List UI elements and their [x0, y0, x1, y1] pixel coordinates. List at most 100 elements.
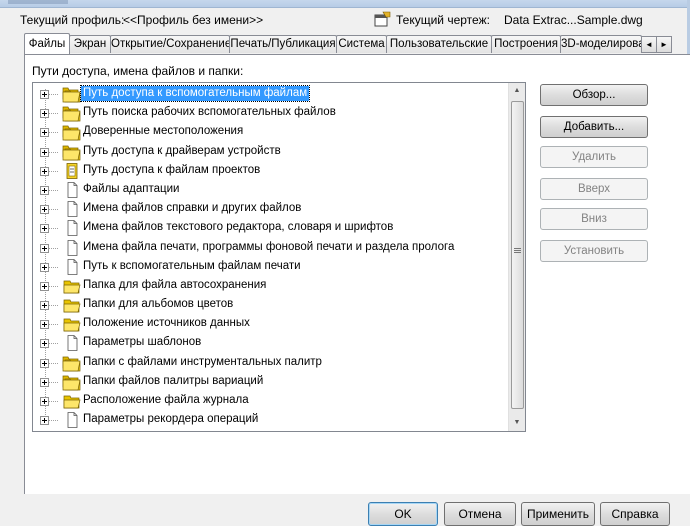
tree-connector — [49, 151, 58, 153]
expand-plus-icon[interactable] — [40, 416, 49, 426]
tree-row[interactable]: Путь доступа к драйверам устройств — [33, 143, 509, 162]
tree-connector — [49, 324, 58, 326]
expand-plus-icon[interactable] — [40, 147, 49, 157]
expand-plus-icon[interactable] — [40, 243, 49, 253]
tree-row[interactable]: Путь к вспомогательным файлам печати — [33, 258, 509, 277]
tab-scroll-right-button[interactable]: ► — [656, 36, 672, 53]
expand-plus-icon[interactable] — [40, 358, 49, 368]
help-button[interactable]: Справка — [600, 502, 670, 526]
tree-connector — [49, 132, 58, 134]
tree-row[interactable]: Папки для альбомов цветов — [33, 296, 509, 315]
drawing-file-icon — [374, 11, 391, 27]
tree-row-label: Папка для файла автосохранения — [83, 278, 267, 291]
tree-row[interactable]: Параметры рекордера операций — [33, 411, 509, 430]
tree-connector — [49, 113, 58, 115]
tree-connector — [49, 228, 58, 230]
tree-row[interactable]: Доверенные местоположения — [33, 123, 509, 142]
tree-connector — [49, 401, 58, 402]
tree-row[interactable]: Параметры шаблонов — [33, 334, 509, 353]
tree-row[interactable]: Расположение файла журнала — [33, 392, 509, 411]
tree-row[interactable]: Файлы адаптации — [33, 181, 509, 200]
scrollbar-grip-icon — [514, 248, 521, 249]
browse-button[interactable]: Обзор... — [540, 84, 648, 106]
expand-plus-icon[interactable] — [40, 301, 49, 311]
tab-open-save[interactable]: Открытие/Сохранение — [110, 35, 230, 53]
expand-plus-icon[interactable] — [40, 109, 49, 119]
tree-items: Путь доступа к вспомогательным файлам Пут… — [33, 85, 509, 430]
tab-drafting[interactable]: Построения — [491, 35, 561, 53]
tree-connector — [49, 343, 58, 345]
tree-row[interactable]: Путь поиска рабочих вспомогательных файл… — [33, 104, 509, 123]
current-drawing-value: Data Extrac...Sample.dwg — [504, 13, 643, 27]
tree-row-label: Папки файлов палитры вариаций — [83, 374, 264, 387]
tree-connector — [49, 247, 58, 249]
move-down-button[interactable]: Вниз — [540, 208, 648, 230]
window-title-fragment — [8, 0, 68, 4]
expand-plus-icon[interactable] — [40, 320, 49, 330]
expand-plus-icon[interactable] — [40, 128, 49, 138]
search-paths-tree[interactable]: Путь доступа к вспомогательным файлам Пут… — [32, 82, 526, 432]
tree-row-label: Путь доступа к вспомогательным файлам — [79, 85, 311, 102]
tree-row-label: Параметры рекордера операций — [83, 413, 259, 426]
scroll-up-arrow-icon[interactable]: ▲ — [509, 83, 525, 99]
tree-row[interactable]: Путь доступа к вспомогательным файлам — [33, 85, 509, 104]
window-title-bar[interactable] — [0, 0, 690, 8]
tree-row[interactable]: Имена файла печати, программы фоновой пе… — [33, 239, 509, 258]
tree-connector — [49, 209, 58, 211]
scrollbar-thumb[interactable] — [511, 101, 524, 409]
expand-plus-icon[interactable] — [40, 377, 49, 387]
tree-connector — [49, 362, 58, 364]
add-button[interactable]: Добавить... — [540, 116, 648, 138]
tree-row-label: Параметры шаблонов — [83, 336, 202, 349]
tab-system[interactable]: Система — [336, 35, 387, 53]
tree-row[interactable]: Папка для файла автосохранения — [33, 277, 509, 296]
tree-row[interactable]: Папки с файлами инструментальных палитр — [33, 354, 509, 373]
tab-plot-publish[interactable]: Печать/Публикация — [229, 35, 337, 53]
ok-button[interactable]: OK — [368, 502, 438, 526]
tree-row-label: Положение источников данных — [83, 317, 250, 330]
tree-row-label: Имена файлов справки и других файлов — [83, 202, 302, 215]
current-drawing-label: Текущий чертеж: — [396, 13, 490, 27]
tree-vertical-scrollbar[interactable]: ▲ ▼ — [508, 83, 525, 431]
tree-connector — [49, 381, 58, 383]
tree-row-label: Имена файла печати, программы фоновой пе… — [83, 240, 455, 253]
move-up-button[interactable]: Вверх — [540, 178, 648, 200]
tree-row[interactable]: Имена файлов текстового редактора, слова… — [33, 219, 509, 238]
tree-row-label: Папки для альбомов цветов — [83, 298, 234, 311]
tree-row[interactable]: Путь доступа к файлам проектов — [33, 162, 509, 181]
current-profile-value: <<Профиль без имени>> — [123, 13, 264, 27]
remove-button[interactable]: Удалить — [540, 146, 648, 168]
expand-plus-icon[interactable] — [40, 166, 49, 176]
cancel-button[interactable]: Отмена — [444, 502, 516, 526]
tree-row-label: Доверенные местоположения — [83, 125, 244, 138]
set-current-button[interactable]: Установить — [540, 240, 648, 262]
expand-plus-icon[interactable] — [40, 205, 49, 215]
profile-header: Текущий профиль: <<Профиль без имени>> Т… — [0, 8, 690, 32]
tree-connector — [49, 170, 58, 172]
expand-plus-icon[interactable] — [40, 224, 49, 234]
paths-list-label: Пути доступа, имена файлов и папки: — [32, 64, 244, 78]
tree-row[interactable]: Положение источников данных — [33, 315, 509, 334]
tree-row-label: Файлы адаптации — [83, 182, 180, 195]
tree-row[interactable]: Папки файлов палитры вариаций — [33, 373, 509, 392]
scroll-down-arrow-icon[interactable]: ▼ — [509, 415, 525, 431]
tab-files[interactable]: Файлы — [24, 33, 70, 54]
tree-connector — [49, 285, 58, 287]
tree-connector — [49, 94, 58, 95]
expand-plus-icon[interactable] — [40, 281, 49, 291]
tab-3d-modeling[interactable]: 3D-моделирова — [560, 35, 642, 53]
tree-row[interactable]: Имена файлов справки и других файлов — [33, 200, 509, 219]
apply-button[interactable]: Применить — [521, 502, 595, 526]
current-profile-label: Текущий профиль: — [20, 13, 125, 27]
expand-plus-icon[interactable] — [40, 185, 49, 195]
expand-plus-icon[interactable] — [40, 397, 49, 406]
expand-plus-icon[interactable] — [40, 262, 49, 272]
tree-connector — [49, 420, 58, 422]
expand-plus-icon[interactable] — [40, 339, 49, 349]
tab-user-preferences[interactable]: Пользовательские — [386, 35, 492, 53]
tab-scroll-left-button[interactable]: ◄ — [641, 36, 657, 53]
options-tab-strip: Файлы Экран Открытие/Сохранение Печать/П… — [24, 33, 690, 54]
expand-plus-icon[interactable] — [40, 90, 49, 99]
tree-row-label: Путь доступа к драйверам устройств — [83, 144, 281, 157]
tab-display[interactable]: Экран — [69, 35, 111, 53]
